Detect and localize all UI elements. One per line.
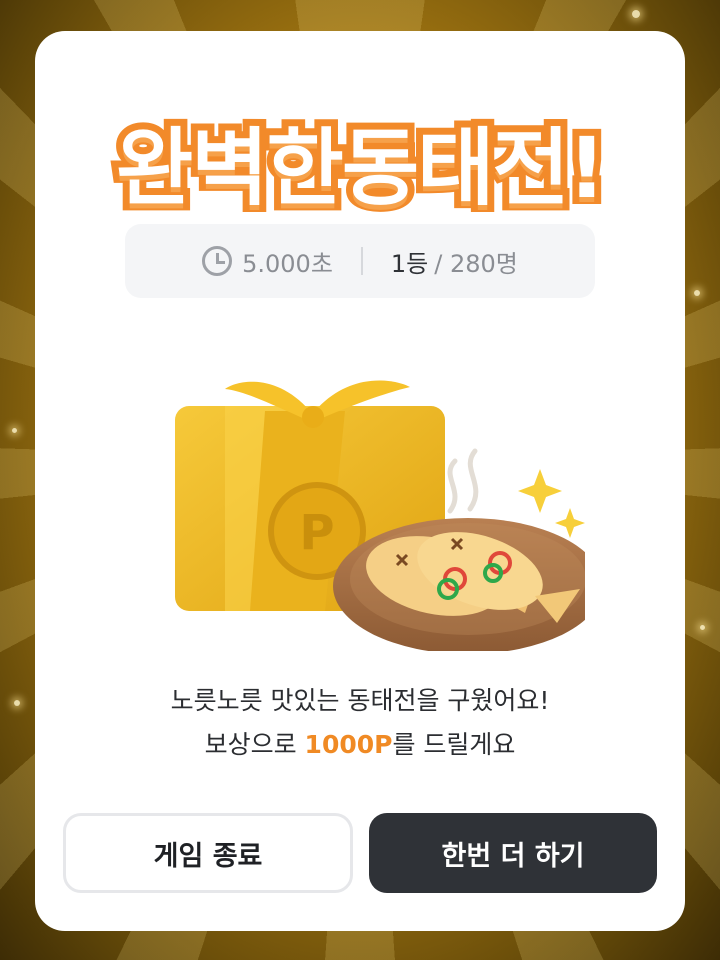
- reward-illustration: P: [175, 380, 585, 651]
- reward-message-suffix: 를 드릴게요: [392, 730, 516, 759]
- result-modal: 완벽한동태전! 5.000초 1등 / 280명 P 노릇노릇 맛있는 동태전을…: [35, 31, 685, 931]
- play-again-button[interactable]: 한번 더 하기: [369, 813, 657, 893]
- coin-letter: P: [299, 505, 334, 561]
- reward-message-line2: 보상으로 1000P를 드릴게요: [35, 723, 685, 767]
- background-sparkle: [694, 290, 700, 296]
- background-sparkle: [632, 10, 640, 18]
- background-sparkle: [14, 700, 20, 706]
- steam-icon: [447, 448, 479, 514]
- reward-message: 노릇노릇 맛있는 동태전을 구웠어요! 보상으로 1000P를 드릴게요: [35, 679, 685, 767]
- background-sparkle: [700, 625, 705, 630]
- background-sparkle: [12, 428, 17, 433]
- reward-points: 1000P: [304, 730, 393, 759]
- stats-bar: 5.000초 1등 / 280명: [125, 224, 595, 298]
- stats-divider: [360, 247, 363, 275]
- result-title: 완벽한동태전!: [109, 112, 613, 224]
- reward-message-prefix: 보상으로: [204, 730, 305, 759]
- elapsed-time: 5.000초: [242, 249, 333, 278]
- clock-icon: [202, 246, 233, 276]
- reward-message-line1: 노릇노릇 맛있는 동태전을 구웠어요!: [170, 686, 550, 715]
- rank-value: 1등: [390, 249, 429, 278]
- exit-game-button[interactable]: 게임 종료: [63, 813, 353, 893]
- total-players: / 280명: [434, 249, 518, 278]
